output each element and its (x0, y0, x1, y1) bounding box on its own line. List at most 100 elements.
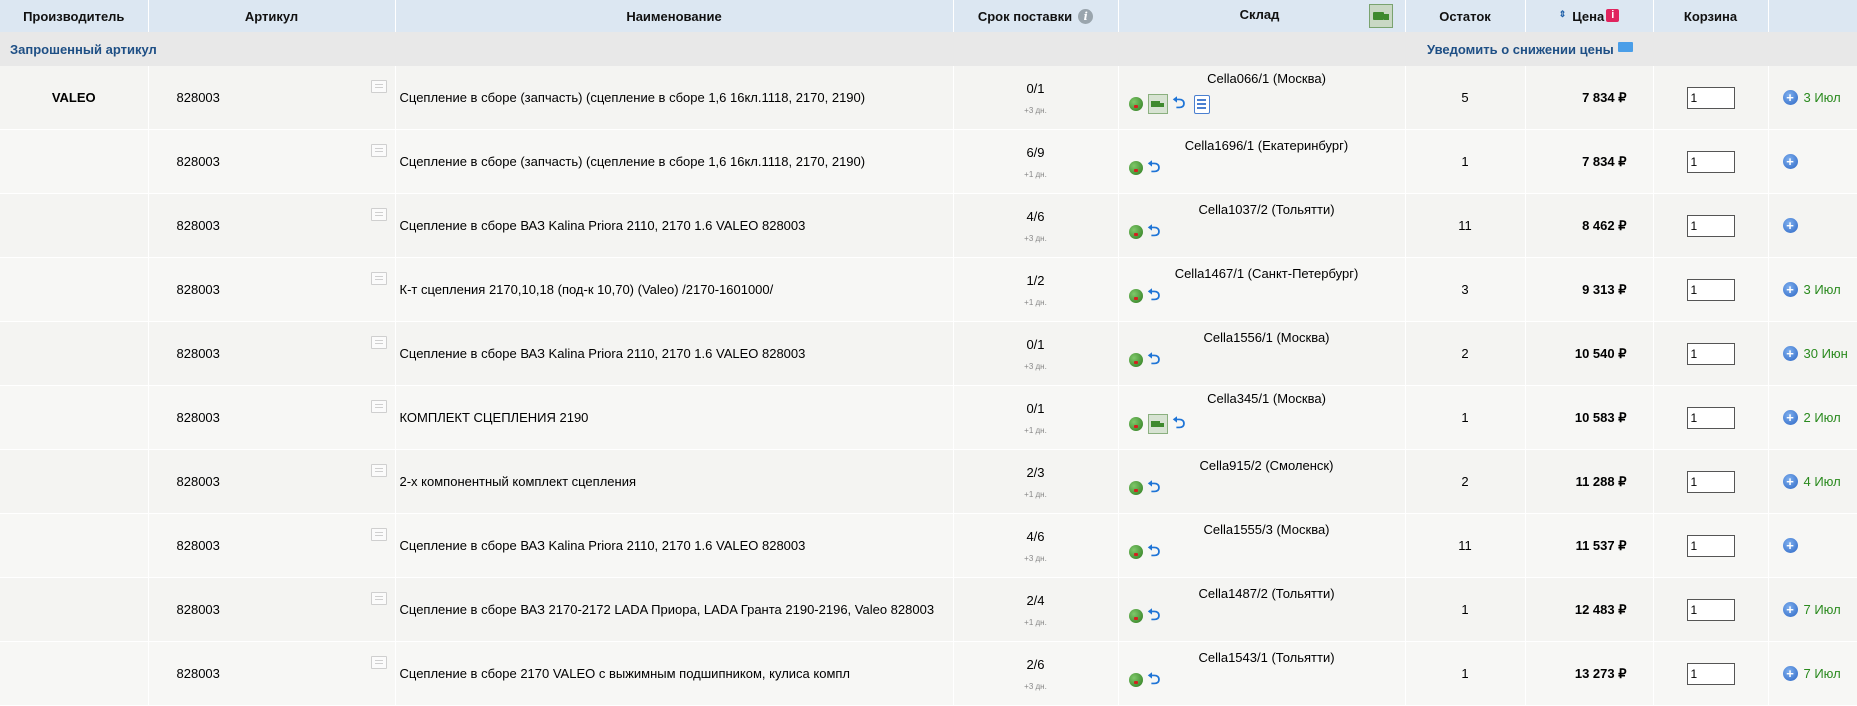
stock-cell: 2 (1405, 449, 1526, 514)
add-to-cart-icon[interactable]: + (1782, 282, 1798, 298)
note-icon[interactable] (370, 528, 387, 541)
name-cell: Сцепление в сборе 2170 VALEO с выжимным … (395, 641, 954, 706)
quantity-input[interactable] (1686, 278, 1735, 301)
requested-article-label: Запрошенный артикул (0, 32, 1405, 66)
add-cell: +3 Июл (1768, 257, 1857, 322)
col-delivery[interactable]: Срок поставки i (953, 0, 1119, 32)
return-icon[interactable]: ⮌ (1148, 160, 1164, 176)
col-stock[interactable]: Остаток (1405, 0, 1526, 32)
return-icon[interactable]: ⮌ (1173, 416, 1189, 432)
quantity-input[interactable] (1686, 598, 1735, 621)
article-cell: 828003 (148, 385, 396, 450)
add-to-cart-icon[interactable]: + (1782, 410, 1798, 426)
table-row: 828003 Сцепление в сборе ВАЗ Kalina Prio… (0, 321, 1857, 386)
manufacturer-cell: VALEO (0, 66, 149, 130)
add-to-cart-icon[interactable]: + (1782, 346, 1798, 362)
price-cell: 9 313 ₽ (1525, 257, 1654, 322)
quantity-input[interactable] (1686, 214, 1735, 237)
return-icon[interactable]: ⮌ (1148, 480, 1164, 496)
add-cell: + (1768, 193, 1857, 258)
notify-price-drop-link[interactable]: Уведомить о снижении цены (1405, 32, 1857, 66)
price-cell: 13 273 ₽ (1525, 641, 1654, 706)
availability-icon (1128, 97, 1143, 111)
offers-table: Производитель Артикул Наименование Срок … (0, 0, 1857, 706)
quantity-input[interactable] (1686, 406, 1735, 429)
name-cell: К-т сцепления 2170,10,18 (под-к 10,70) (… (395, 257, 954, 322)
warehouse-icons: ⮌ (1128, 544, 1405, 560)
quantity-input[interactable] (1686, 470, 1735, 493)
note-icon[interactable] (370, 336, 387, 349)
add-cell: +7 Июл (1768, 577, 1857, 642)
add-cell: + (1768, 513, 1857, 578)
truck-icon[interactable] (1147, 414, 1168, 434)
add-to-cart-icon[interactable]: + (1782, 218, 1798, 234)
manufacturer-cell (0, 193, 149, 258)
warehouse-icons: ⮌ (1128, 672, 1405, 688)
return-icon[interactable]: ⮌ (1148, 288, 1164, 304)
col-article[interactable]: Артикул (148, 0, 396, 32)
truck-icon[interactable] (1369, 4, 1394, 28)
delivery-cell: 2/4 +1 дн. (953, 577, 1119, 642)
delivery-cell: 0/1 +1 дн. (953, 385, 1119, 450)
note-icon[interactable] (370, 144, 387, 157)
return-icon[interactable]: ⮌ (1173, 96, 1189, 112)
delivery-cell: 2/3 +1 дн. (953, 449, 1119, 514)
requested-article-row: Запрошенный артикул Уведомить о снижении… (0, 32, 1857, 66)
price-cell: 7 834 ₽ (1525, 129, 1654, 194)
add-cell: +2 Июл (1768, 385, 1857, 450)
delivery-cell: 2/6 +3 дн. (953, 641, 1119, 706)
col-manufacturer[interactable]: Производитель (0, 0, 149, 32)
return-icon[interactable]: ⮌ (1148, 544, 1164, 560)
note-icon[interactable] (370, 464, 387, 477)
quantity-input[interactable] (1686, 86, 1735, 109)
warehouse-cell: Cella1487/2 (Тольятти) ⮌ (1118, 577, 1406, 642)
stock-cell: 1 (1405, 129, 1526, 194)
add-to-cart-icon[interactable]: + (1782, 154, 1798, 170)
add-to-cart-icon[interactable]: + (1782, 474, 1798, 490)
info-icon[interactable]: i (1078, 8, 1094, 24)
name-cell: Сцепление в сборе ВАЗ Kalina Priora 2110… (395, 513, 954, 578)
return-icon[interactable]: ⮌ (1148, 608, 1164, 624)
delivery-cell: 4/6 +3 дн. (953, 193, 1119, 258)
quantity-input[interactable] (1686, 342, 1735, 365)
table-row: 828003 Сцепление в сборе ВАЗ Kalina Prio… (0, 193, 1857, 258)
add-to-cart-icon[interactable]: + (1782, 666, 1798, 682)
envelope-icon (1617, 41, 1633, 52)
add-cell: +4 Июл (1768, 449, 1857, 514)
article-cell: 828003 (148, 321, 396, 386)
availability-icon (1128, 289, 1143, 303)
price-cell: 12 483 ₽ (1525, 577, 1654, 642)
col-name[interactable]: Наименование (395, 0, 954, 32)
stock-cell: 11 (1405, 193, 1526, 258)
cart-cell (1653, 449, 1769, 514)
note-icon[interactable] (370, 80, 387, 93)
cart-cell (1653, 193, 1769, 258)
availability-icon (1128, 417, 1143, 431)
note-icon[interactable] (370, 272, 387, 285)
note-icon[interactable] (370, 656, 387, 669)
manufacturer-cell (0, 577, 149, 642)
add-to-cart-icon[interactable]: + (1782, 538, 1798, 554)
truck-icon[interactable] (1147, 94, 1168, 114)
return-icon[interactable]: ⮌ (1148, 352, 1164, 368)
table-row: 828003 Сцепление в сборе 2170 VALEO с вы… (0, 641, 1857, 706)
return-icon[interactable]: ⮌ (1148, 672, 1164, 688)
add-to-cart-icon[interactable]: + (1782, 90, 1798, 106)
warehouse-cell: Cella066/1 (Москва) ⮌ (1118, 66, 1406, 130)
price-info-icon[interactable]: i (1606, 8, 1620, 22)
cart-cell (1653, 513, 1769, 578)
quantity-input[interactable] (1686, 150, 1735, 173)
col-price[interactable]: ⇕ Цена i (1525, 0, 1654, 32)
add-to-cart-icon[interactable]: + (1782, 602, 1798, 618)
return-icon[interactable]: ⮌ (1148, 224, 1164, 240)
quantity-input[interactable] (1686, 662, 1735, 685)
col-warehouse[interactable]: Склад (1118, 0, 1406, 32)
quantity-input[interactable] (1686, 534, 1735, 557)
note-icon[interactable] (370, 400, 387, 413)
table-header: Производитель Артикул Наименование Срок … (0, 0, 1857, 32)
list-icon[interactable] (1193, 94, 1210, 114)
cart-cell (1653, 385, 1769, 450)
note-icon[interactable] (370, 208, 387, 221)
sort-icon[interactable]: ⇕ (1559, 9, 1567, 19)
note-icon[interactable] (370, 592, 387, 605)
